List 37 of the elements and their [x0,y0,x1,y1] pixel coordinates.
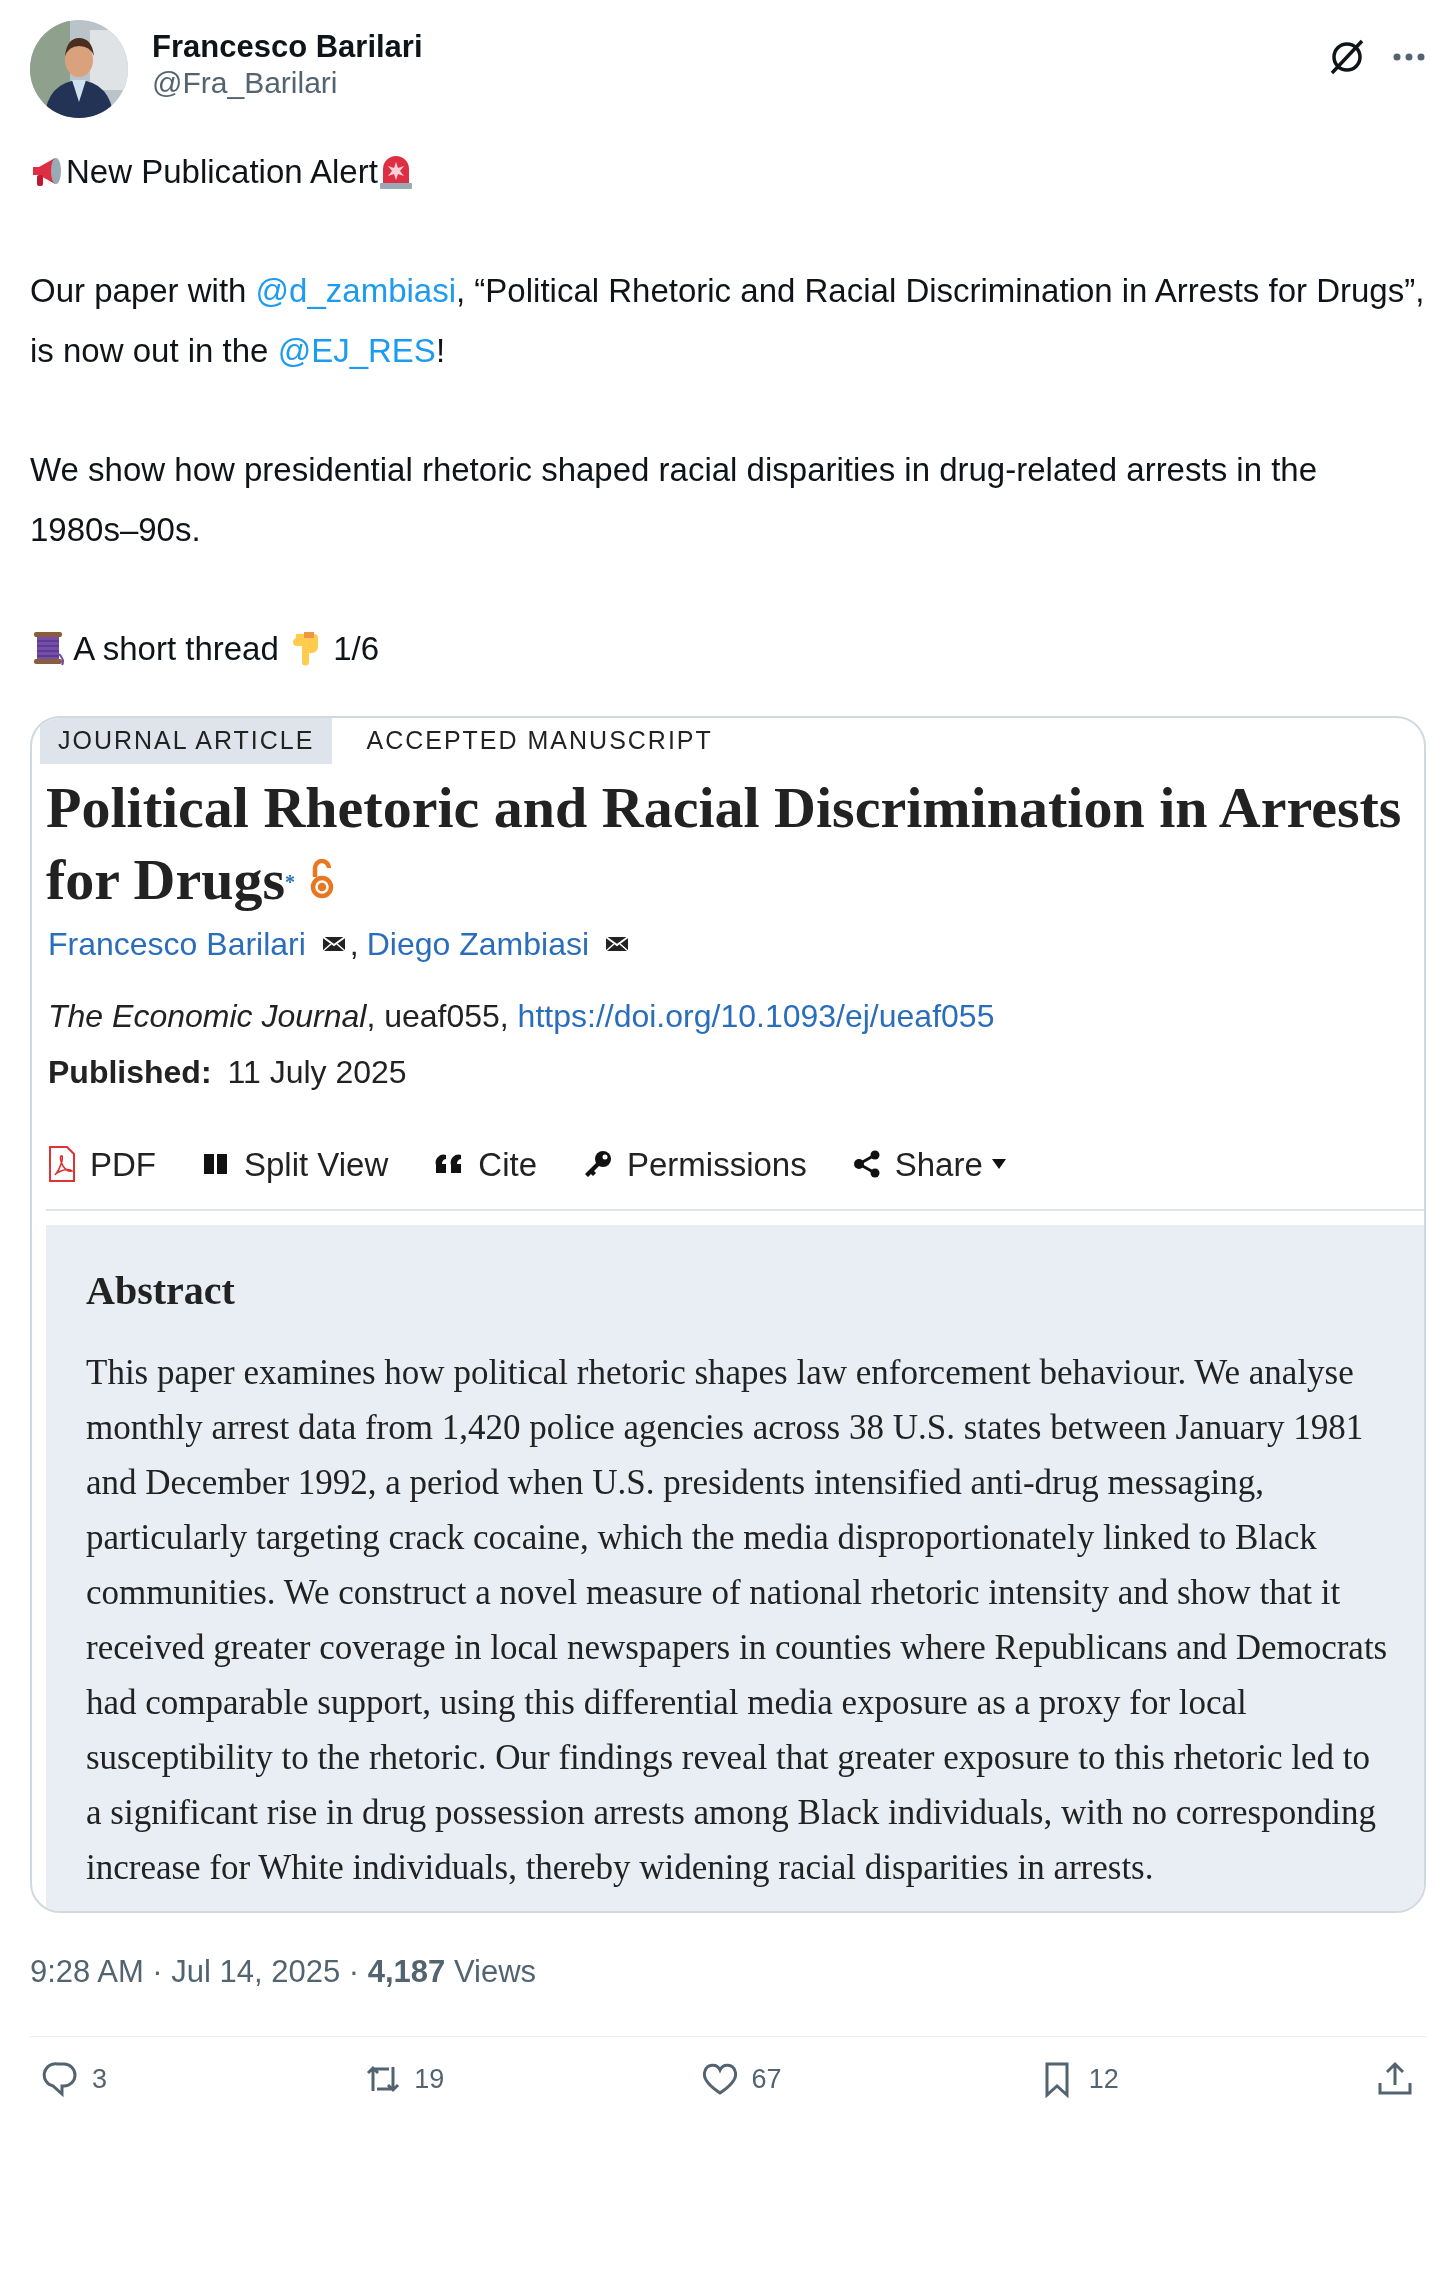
repost-button[interactable]: 19 [364,2058,445,2099]
siren-icon [377,153,414,189]
share-icon [852,1150,881,1179]
author-handle: @Fra_Barilari [152,65,339,102]
abstract-text: This paper examines how political rhetoric shapes law enforcement behaviour. We analyse monthly arrest data from 1,420 police agencies across 38 U.S. states between January 1981 and December 1992, a period when U.S. presidents intensified anti-drug messaging, particularly targeting crack cocaine, which the media disproportionately linked to Black communities. We construct a novel measure of national rhetoric intensity and show that it received greater coverage in local newspapers in counties where Republicans and Democrats had comparable support, using this differential media exposure as a proxy for local susceptibility to the rhetoric. Our findings reveal that greater exposure to this rhetoric led to a significant rise in drug possession arrests among Black individuals, with no corresponding increase for White individuals, thereby widening racial disparities in arrests. [86,1352,1389,1889]
pdf-icon [48,1145,76,1184]
post-text: Our paper with @d_zambiasi, “Political Rhetoric and Racial Discrimination in Arrests for Drugs”, is now out in the @EJ_RES! [30,271,1426,371]
published-label: Published: [48,1052,212,1092]
toolbar-button[interactable]: PDF [48,1139,156,1189]
split-view-icon [202,1152,230,1177]
author-name: Francesco Barilari [152,28,424,66]
more-icon[interactable] [1392,52,1426,62]
toolbar-button[interactable]: Share [852,1139,1007,1189]
post-text: We show how presidential rhetoric shaped racial disparities in drug-related arrests in the 1980s–90s. [30,450,1319,550]
toolbar-button[interactable]: Permissions [583,1139,807,1189]
doi-link[interactable]: https://doi.org/10.1093/ej/ueaf055 [517,997,995,1034]
like-button[interactable]: 67 [701,2058,782,2099]
author-link[interactable]: Francesco Barilari [48,919,306,968]
reply-button[interactable]: 3 [42,2058,108,2099]
post-timestamp: 9:28 AM · Jul 14, 2025 · 4,187 Views [30,1953,538,1991]
key-icon [583,1149,613,1180]
article-title: Political Rhetoric and Racial Discrimination in Arrests for Drugs$^{*}$ [46,773,1403,914]
toolbar-button[interactable]: Cite [434,1139,537,1189]
share-button[interactable] [1376,2059,1414,2098]
citation-text: The Economic Journal, ueaf055, https://doi.org/10.1093/ej/ueaf055 [48,996,996,1036]
separator-text: , [349,924,359,964]
post-text: A short thread 1/6 [30,619,1426,679]
post-text: New Publication Alert [30,142,1426,202]
toolbar-button[interactable]: Split View [202,1139,389,1189]
author-link[interactable]: Diego Zambiasi [366,919,590,968]
abstract-heading: Abstract [86,1267,236,1315]
open-lock-icon [309,858,336,899]
bookmark-button[interactable]: 12 [1038,2058,1119,2099]
article-tag: JOURNAL ARTICLE [40,718,333,764]
share-icon [1376,2059,1414,2098]
published-date: 11 July 2025 [227,1052,407,1092]
article-tag: ACCEPTED MANUSCRIPT [348,718,731,764]
